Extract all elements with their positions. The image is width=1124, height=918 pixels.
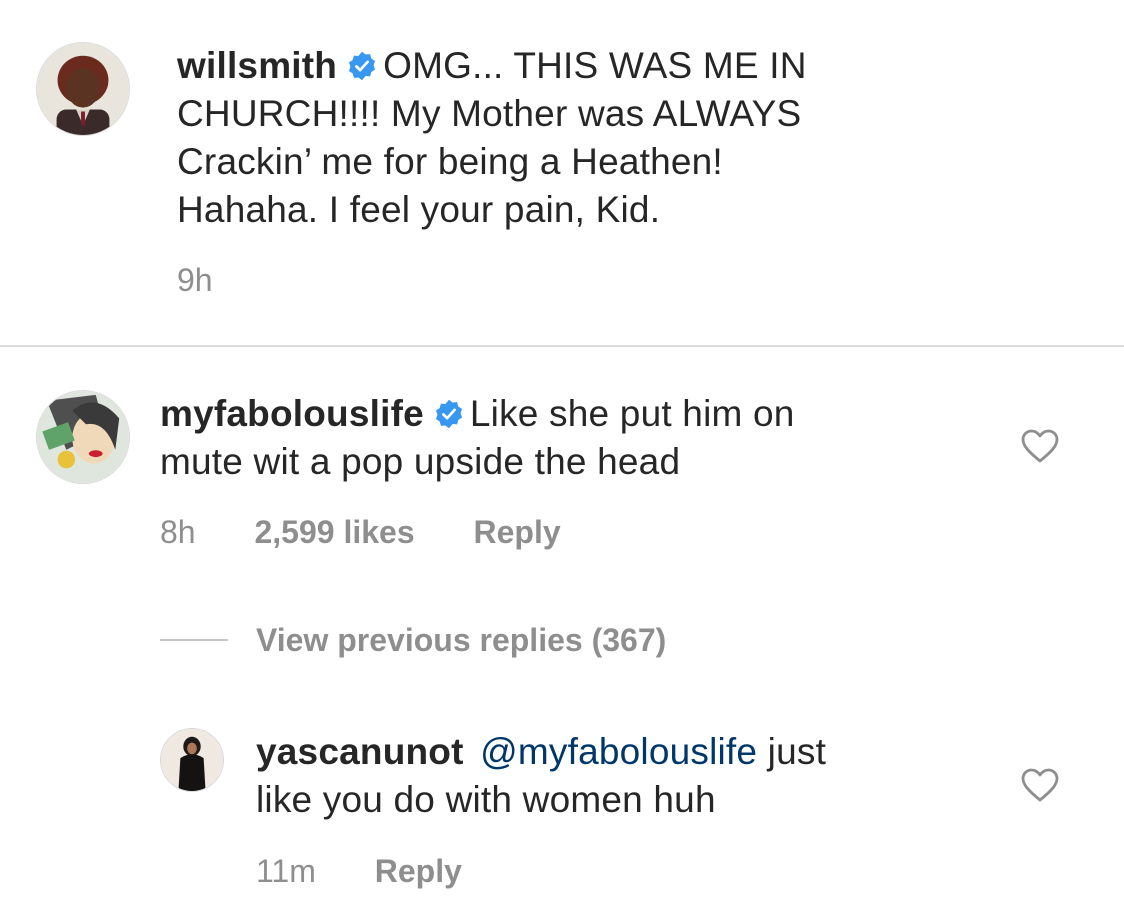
caption-timestamp: 9h <box>177 262 213 298</box>
comment-line-2: mute wit a pop upside the head <box>160 441 681 482</box>
verified-badge-icon <box>347 51 377 81</box>
reply-mention-link[interactable]: @myfabolouslife <box>480 731 757 772</box>
comments-screen: willsmith OMG... THIS WAS ME IN CHURCH!!!… <box>0 0 1124 918</box>
avatar-person-photo-icon <box>161 729 223 791</box>
avatar-child-photo-icon <box>37 43 129 135</box>
caption-line-3: Crackin’ me for being a Heathen! <box>177 141 723 182</box>
comment-username[interactable]: myfabolouslife <box>160 393 424 434</box>
comment-text: myfabolouslife Like she put him on mute w… <box>160 390 980 486</box>
comment-line-1: Like she put him on <box>469 393 795 434</box>
caption-text: willsmith OMG... THIS WAS ME IN CHURCH!!!… <box>177 42 937 234</box>
comment-like-heart-icon[interactable] <box>1021 429 1059 463</box>
reply-reply-button[interactable]: Reply <box>375 851 462 891</box>
caption-line-2: CHURCH!!!! My Mother was ALWAYS <box>177 93 802 134</box>
verified-badge-icon <box>434 399 464 429</box>
myfabolouslife-avatar[interactable] <box>36 390 130 484</box>
comment-reply-button[interactable]: Reply <box>474 512 561 552</box>
reply-like-heart-icon[interactable] <box>1021 768 1059 802</box>
caption-username[interactable]: willsmith <box>177 45 337 86</box>
reply-text: yascanunot @myfabolouslife just like you… <box>256 728 1016 824</box>
reply-meta: 11m Reply <box>256 851 462 891</box>
comment-likes-count[interactable]: 2,599 likes <box>254 512 414 552</box>
reply-timestamp: 11m <box>256 853 316 889</box>
avatar-comic-art-icon <box>37 391 129 483</box>
willsmith-avatar[interactable] <box>36 42 130 136</box>
reply-line-1-rest: just <box>757 731 827 772</box>
divider <box>0 345 1124 347</box>
reply-username[interactable]: yascanunot <box>256 731 464 772</box>
caption-line-4: Hahaha. I feel your pain, Kid. <box>177 189 661 230</box>
yascanunot-avatar[interactable] <box>160 728 224 792</box>
caption-line-1: OMG... THIS WAS ME IN <box>383 45 807 86</box>
thread-line <box>160 639 228 641</box>
view-previous-replies-label: View previous replies (367) <box>256 621 667 658</box>
reply-line-2: like you do with women huh <box>256 779 716 820</box>
caption-meta: 9h <box>177 260 213 300</box>
comment-meta: 8h 2,599 likes Reply <box>160 512 561 552</box>
view-previous-replies-button[interactable]: View previous replies (367) <box>160 620 666 660</box>
comment-timestamp: 8h <box>160 514 196 550</box>
